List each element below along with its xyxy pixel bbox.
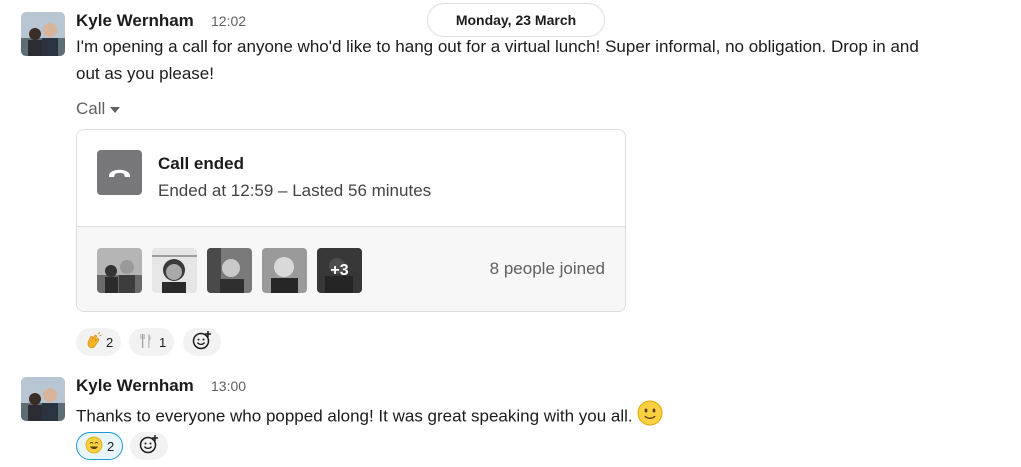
slightly-smiling-face-icon (637, 400, 663, 434)
people-joined[interactable]: 8 people joined (490, 259, 605, 279)
more-participants-count: +3 (330, 261, 349, 279)
waving-hand-icon (84, 331, 102, 353)
add-reaction-button[interactable] (183, 328, 221, 356)
author-name[interactable]: Kyle Wernham (76, 11, 194, 31)
call-summary: Call ended Ended at 12:59 – Lasted 56 mi… (77, 130, 625, 227)
message-text-line: Thanks to everyone who popped along! It … (76, 406, 633, 426)
smiling-face-icon (85, 436, 103, 457)
message-text-line: I'm opening a call for anyone who'd like… (76, 37, 919, 56)
caret-down-icon (110, 107, 121, 113)
date-divider-label: Monday, 23 March (455, 12, 577, 28)
more-participants-tile[interactable]: +3 (317, 248, 362, 293)
reaction-count: 2 (106, 334, 114, 350)
call-card[interactable]: Call ended Ended at 12:59 – Lasted 56 mi… (76, 129, 626, 312)
participant-avatar[interactable] (97, 248, 142, 293)
author-name[interactable]: Kyle Wernham (76, 376, 194, 396)
call-toggle[interactable]: Call (76, 99, 121, 119)
add-reaction-icon (138, 433, 160, 460)
timestamp[interactable]: 13:00 (211, 378, 246, 394)
date-divider[interactable]: Monday, 23 March (427, 3, 605, 37)
reaction-fork-and-knife[interactable]: 1 (129, 328, 175, 356)
message-text-line: out as you please! (76, 64, 214, 83)
phone-hangup-icon (97, 150, 142, 195)
call-toggle-label: Call (76, 99, 106, 118)
add-reaction-icon (191, 329, 213, 356)
call-participants: +3 8 people joined (77, 227, 625, 311)
call-status: Call ended (158, 154, 244, 173)
reaction-waving-hand[interactable]: 2 (76, 328, 122, 356)
reaction-count: 2 (107, 438, 115, 454)
participant-avatar[interactable] (207, 248, 252, 293)
fork-and-knife-icon (137, 332, 155, 353)
avatar[interactable] (21, 377, 65, 421)
avatar[interactable] (21, 12, 65, 56)
message-text: Thanks to everyone who popped along! It … (76, 400, 663, 434)
add-reaction-button[interactable] (130, 432, 168, 460)
participant-avatar[interactable] (262, 248, 307, 293)
reaction-smiling-face[interactable]: 2 (76, 432, 124, 460)
reaction-count: 1 (159, 334, 167, 350)
timestamp[interactable]: 12:02 (211, 13, 246, 29)
call-detail: Ended at 12:59 – Lasted 56 minutes (158, 181, 432, 200)
participant-avatar[interactable] (152, 248, 197, 293)
message-text: I'm opening a call for anyone who'd like… (76, 33, 919, 87)
